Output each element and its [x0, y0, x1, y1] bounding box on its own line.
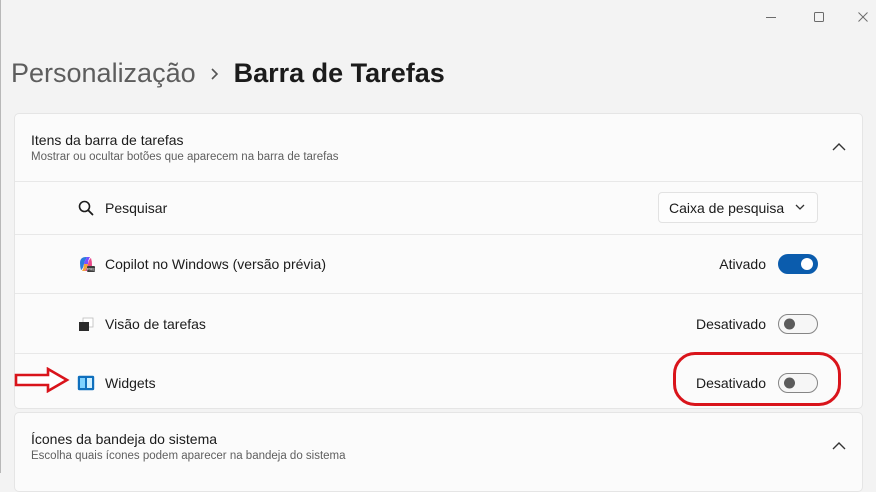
page-title: Barra de Tarefas — [233, 58, 445, 88]
svg-text:PRE: PRE — [87, 267, 95, 272]
task-view-icon — [77, 315, 95, 333]
taskbar-items-header[interactable]: Itens da barra de tarefas Mostrar ou ocu… — [15, 114, 862, 182]
setting-row-copilot: PRE Copilot no Windows (versão prévia) A… — [15, 235, 862, 294]
copilot-toggle[interactable] — [778, 254, 818, 274]
system-tray-section: Ícones da bandeja do sistema Escolha qua… — [14, 412, 863, 492]
toggle-knob — [801, 258, 813, 270]
toggle-knob — [784, 318, 795, 329]
setting-row-task-view: Visão de tarefas Desativado — [15, 294, 862, 354]
setting-label: Pesquisar — [105, 200, 168, 216]
setting-label: Copilot no Windows (versão prévia) — [105, 256, 326, 272]
maximize-icon — [814, 12, 824, 22]
widgets-icon — [77, 374, 95, 392]
search-icon — [77, 199, 95, 217]
annotation-highlight-oval — [673, 352, 841, 406]
section-title: Ícones da bandeja do sistema — [31, 431, 218, 447]
toggle-status: Ativado — [719, 256, 766, 272]
breadcrumb: Personalização Barra de Tarefas — [11, 58, 445, 89]
system-tray-header[interactable]: Ícones da bandeja do sistema Escolha qua… — [15, 413, 862, 480]
section-subtitle: Mostrar ou ocultar botões que aparecem n… — [31, 151, 339, 163]
maximize-button[interactable] — [796, 0, 842, 34]
breadcrumb-parent-link[interactable]: Personalização — [11, 58, 196, 89]
chevron-up-icon[interactable] — [830, 439, 848, 453]
annotation-arrow-icon — [14, 367, 70, 393]
setting-label: Widgets — [105, 375, 156, 391]
close-icon — [858, 12, 868, 22]
search-mode-dropdown[interactable]: Caixa de pesquisa — [658, 192, 818, 223]
setting-row-search: Pesquisar Caixa de pesquisa — [15, 182, 862, 235]
setting-label: Visão de tarefas — [105, 315, 206, 332]
window-border — [0, 0, 1, 473]
section-subtitle: Escolha quais ícones podem aparecer na b… — [31, 450, 346, 462]
chevron-up-icon[interactable] — [830, 140, 848, 154]
copilot-icon: PRE — [77, 255, 95, 273]
dropdown-value: Caixa de pesquisa — [669, 199, 785, 216]
toggle-status: Desativado — [695, 315, 766, 332]
close-button[interactable] — [840, 0, 876, 34]
section-title: Itens da barra de tarefas — [31, 132, 184, 148]
chevron-down-icon — [795, 204, 805, 210]
task-view-toggle[interactable] — [778, 313, 818, 334]
breadcrumb-chevron-icon — [196, 67, 234, 80]
minimize-icon — [766, 17, 776, 18]
minimize-button[interactable] — [748, 0, 794, 34]
